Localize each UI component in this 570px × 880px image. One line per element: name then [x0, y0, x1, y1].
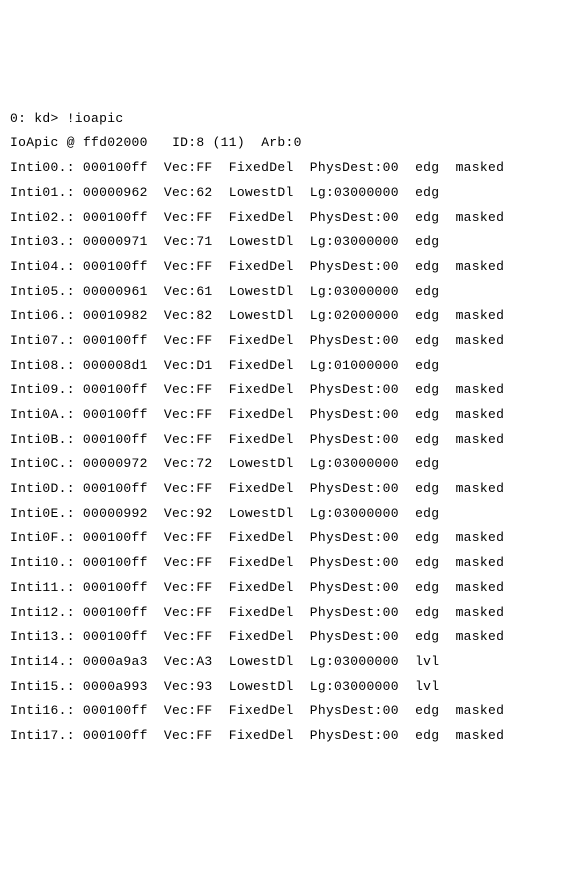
ioapic-row: Inti08.: 000008d1 Vec:D1 FixedDel Lg:010…: [10, 354, 560, 379]
ioapic-row: Inti15.: 0000a993 Vec:93 LowestDl Lg:030…: [10, 675, 560, 700]
ioapic-label: IoApic: [10, 135, 59, 150]
ioapic-row: Inti17.: 000100ff Vec:FF FixedDel PhysDe…: [10, 724, 560, 749]
ioapic-row: Inti04.: 000100ff Vec:FF FixedDel PhysDe…: [10, 255, 560, 280]
ioapic-row: Inti13.: 000100ff Vec:FF FixedDel PhysDe…: [10, 625, 560, 650]
ioapic-row: Inti11.: 000100ff Vec:FF FixedDel PhysDe…: [10, 576, 560, 601]
ioapic-header-line: IoApic @ ffd02000 ID:8 (11) Arb:0: [10, 131, 560, 156]
ioapic-row: Inti03.: 00000971 Vec:71 LowestDl Lg:030…: [10, 230, 560, 255]
ioapic-arb: Arb:0: [261, 135, 302, 150]
ioapic-row: Inti09.: 000100ff Vec:FF FixedDel PhysDe…: [10, 378, 560, 403]
ioapic-row: Inti16.: 000100ff Vec:FF FixedDel PhysDe…: [10, 699, 560, 724]
ioapic-addr: ffd02000: [83, 135, 148, 150]
ioapic-row: Inti14.: 0000a9a3 Vec:A3 LowestDl Lg:030…: [10, 650, 560, 675]
ioapic-row: Inti10.: 000100ff Vec:FF FixedDel PhysDe…: [10, 551, 560, 576]
ioapic-row: Inti05.: 00000961 Vec:61 LowestDl Lg:030…: [10, 280, 560, 305]
ioapic-row: Inti0C.: 00000972 Vec:72 LowestDl Lg:030…: [10, 452, 560, 477]
ioapic-row: Inti06.: 00010982 Vec:82 LowestDl Lg:020…: [10, 304, 560, 329]
ioapic-row: Inti0B.: 000100ff Vec:FF FixedDel PhysDe…: [10, 428, 560, 453]
ioapic-row: Inti0E.: 00000992 Vec:92 LowestDl Lg:030…: [10, 502, 560, 527]
ioapic-id: ID:8 (11): [172, 135, 245, 150]
command-prompt-line[interactable]: 0: kd> !ioapic: [10, 107, 560, 132]
ioapic-row: Inti02.: 000100ff Vec:FF FixedDel PhysDe…: [10, 206, 560, 231]
ioapic-row: Inti07.: 000100ff Vec:FF FixedDel PhysDe…: [10, 329, 560, 354]
ioapic-row: Inti01.: 00000962 Vec:62 LowestDl Lg:030…: [10, 181, 560, 206]
ioapic-row: Inti0A.: 000100ff Vec:FF FixedDel PhysDe…: [10, 403, 560, 428]
at-sign: @: [67, 135, 75, 150]
ioapic-row: Inti0D.: 000100ff Vec:FF FixedDel PhysDe…: [10, 477, 560, 502]
ioapic-row: Inti0F.: 000100ff Vec:FF FixedDel PhysDe…: [10, 526, 560, 551]
ioapic-row: Inti00.: 000100ff Vec:FF FixedDel PhysDe…: [10, 156, 560, 181]
